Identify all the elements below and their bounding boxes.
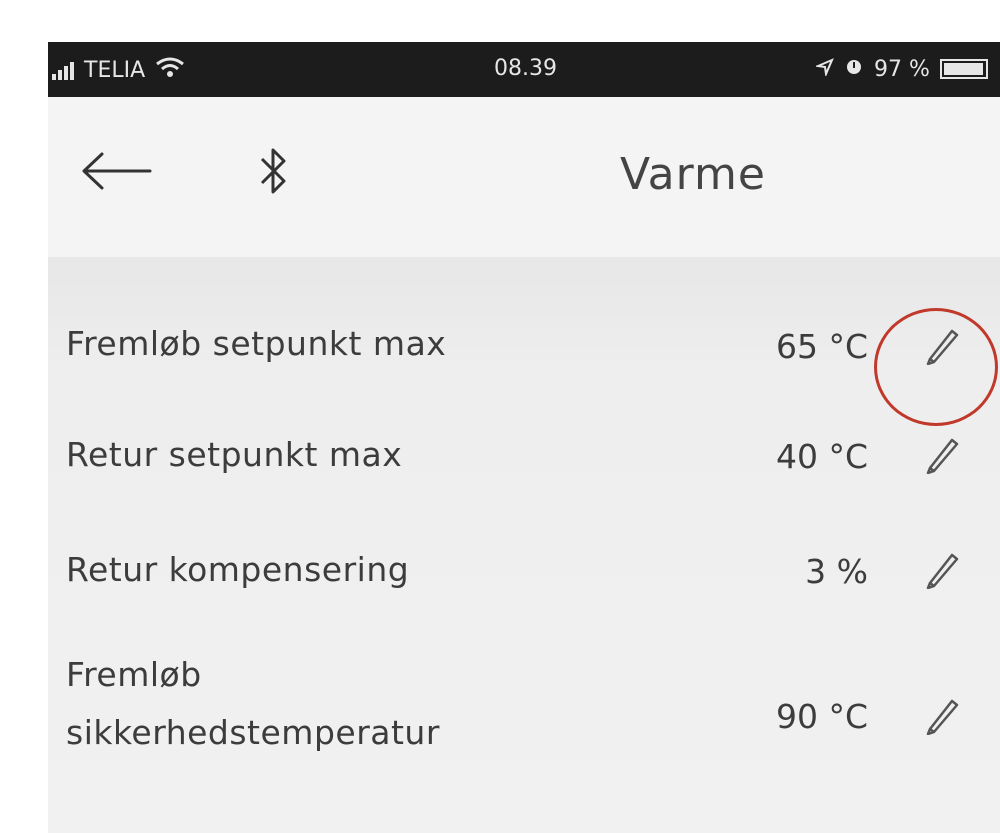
status-left: TELIA bbox=[52, 56, 185, 84]
arrow-left-icon bbox=[80, 151, 152, 195]
carrier-name: TELIA bbox=[84, 57, 146, 83]
status-time: 08.39 bbox=[494, 56, 557, 81]
location-icon bbox=[814, 57, 834, 82]
setting-label-line2: sikkerhedstemperatur bbox=[66, 713, 440, 752]
page-title: Varme bbox=[620, 149, 766, 200]
setting-row-retur-kompensering[interactable]: Retur kompensering 3 % bbox=[48, 512, 1000, 622]
status-bar: TELIA 08.39 97 % bbox=[48, 42, 1000, 97]
battery-percent: 97 % bbox=[874, 56, 930, 82]
highlight-circle bbox=[874, 308, 998, 426]
setting-label: Retur kompensering bbox=[66, 550, 410, 589]
setting-row-fremlob-max[interactable]: Fremløb setpunkt max 65 °C bbox=[48, 289, 1000, 399]
setting-value: 40 °C bbox=[775, 437, 868, 476]
signal-icon bbox=[52, 60, 74, 80]
battery-icon bbox=[939, 59, 988, 79]
edit-button[interactable] bbox=[914, 543, 970, 599]
setting-value: 3 % bbox=[805, 552, 868, 591]
setting-row-retur-max[interactable]: Retur setpunkt max 40 °C bbox=[48, 397, 1000, 507]
pencil-icon bbox=[922, 434, 962, 478]
setting-label-line1: Fremløb bbox=[66, 655, 202, 694]
bluetooth-button[interactable] bbox=[248, 143, 298, 203]
phone-screen: TELIA 08.39 97 % Varme Fremløb setpunkt … bbox=[48, 42, 1000, 833]
app-header: Varme bbox=[48, 97, 1000, 257]
edit-button[interactable] bbox=[914, 428, 970, 484]
settings-list: Fremløb setpunkt max 65 °C Retur setpunk… bbox=[48, 257, 1000, 833]
pencil-icon bbox=[922, 695, 962, 739]
setting-value: 65 °C bbox=[775, 327, 868, 366]
alarm-icon bbox=[844, 56, 864, 82]
setting-row-sikkerhedstemperatur[interactable]: Fremløb sikkerhedstemperatur 90 °C bbox=[48, 627, 1000, 777]
status-right: 97 % bbox=[814, 56, 988, 82]
setting-label: Retur setpunkt max bbox=[66, 435, 403, 474]
edit-button[interactable] bbox=[914, 689, 970, 745]
wifi-icon bbox=[155, 56, 185, 84]
back-button[interactable] bbox=[78, 135, 154, 211]
setting-value: 90 °C bbox=[775, 697, 868, 736]
pencil-icon bbox=[922, 549, 962, 593]
bluetooth-icon bbox=[258, 143, 288, 203]
setting-label: Fremløb setpunkt max bbox=[66, 324, 447, 363]
